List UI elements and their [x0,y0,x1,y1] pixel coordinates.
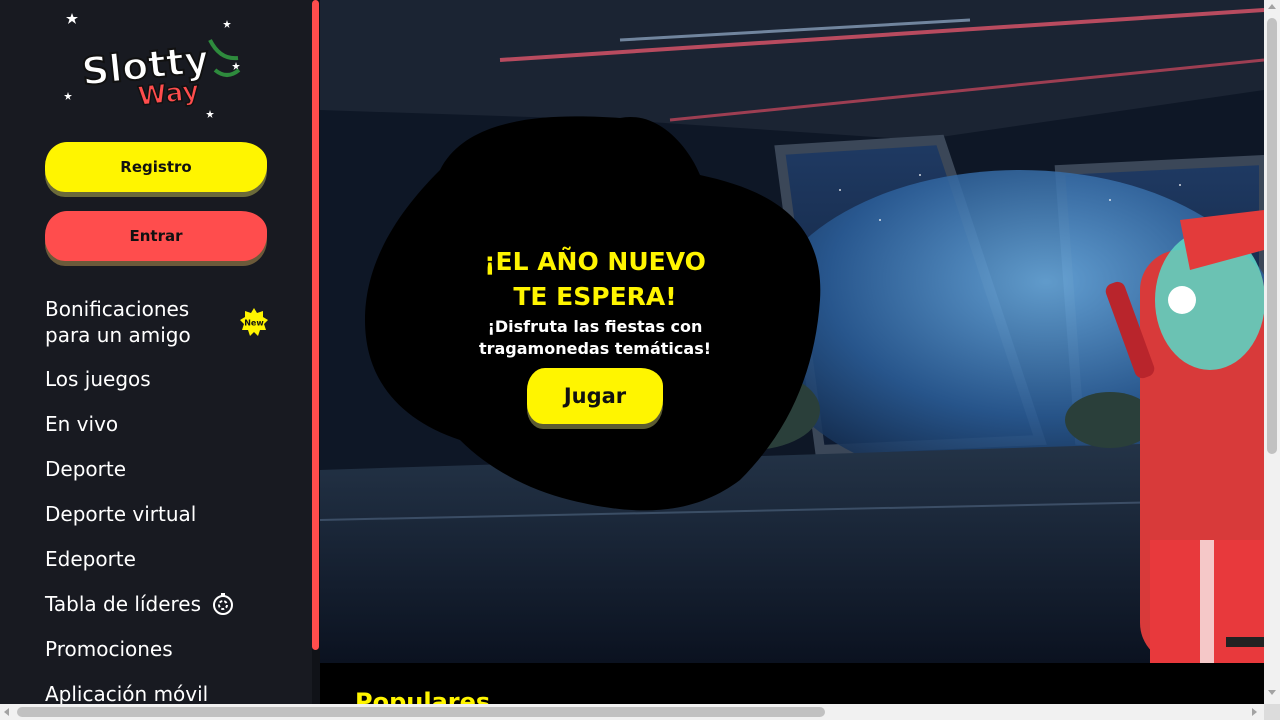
hero-title: ¡EL AÑO NUEVO TE ESPERA! [484,247,706,311]
main-nav: Bonificaciones para un amigo New Los jue… [45,294,285,704]
nav-item-live[interactable]: En vivo [45,411,285,437]
nav-item-games[interactable]: Los juegos [45,366,285,392]
vertical-scroll-thumb[interactable] [1267,18,1277,454]
play-button[interactable]: Jugar [527,368,663,424]
hero-banner[interactable]: ¡EL AÑO NUEVO TE ESPERA! ¡Disfruta las f… [320,0,1264,663]
nav-item-esport[interactable]: Edeporte [45,546,285,572]
page: Slotty Way Registro Entrar Bonificacione… [0,0,1280,720]
nav-item-label: Los juegos [45,367,151,391]
popular-section-title: Populares [355,688,491,704]
page-horizontal-scrollbar[interactable] [0,704,1264,720]
main-content: ¡EL AÑO NUEVO TE ESPERA! ¡Disfruta las f… [320,0,1264,704]
hero-text-block: ¡EL AÑO NUEVO TE ESPERA! ¡Disfruta las f… [470,244,720,360]
nav-item-label: Deporte virtual [45,502,197,526]
page-vertical-scrollbar[interactable] [1264,0,1280,704]
scroll-left-arrow-icon[interactable] [4,708,9,716]
scrollbar-corner [1264,704,1280,720]
hero-subtitle: ¡Disfruta las fiestas con tragamonedas t… [478,317,712,358]
nav-item-label: Deporte [45,457,127,481]
scroll-down-arrow-icon[interactable] [1268,690,1276,695]
nav-item-label: Bonificaciones para un amigo [45,297,191,347]
nav-item-mobile-app[interactable]: Aplicación móvil [45,681,285,704]
hero-dark-blob [365,116,821,511]
nav-item-leaderboard[interactable]: Tabla de líderes [45,591,285,617]
timer-icon [213,593,234,615]
login-button[interactable]: Entrar [45,211,267,261]
new-badge-icon: New [240,308,268,336]
nav-item-label: Aplicación móvil [45,682,209,704]
sidebar-scroll-thumb[interactable] [312,0,319,650]
sidebar: Slotty Way Registro Entrar Bonificacione… [0,0,312,704]
register-button[interactable]: Registro [45,142,267,192]
new-badge-text: New [244,319,264,328]
nav-item-label: Edeporte [45,547,136,571]
scroll-right-arrow-icon[interactable] [1252,708,1257,716]
slotty-way-logo[interactable]: Slotty Way [60,10,250,122]
nav-item-referral-bonus[interactable]: Bonificaciones para un amigo New [45,294,285,350]
nav-item-virtual-sport[interactable]: Deporte virtual [45,501,285,527]
nav-item-label: En vivo [45,412,119,436]
nav-item-label: Tabla de líderes [45,592,202,616]
nav-item-promotions[interactable]: Promociones [45,636,285,662]
nav-item-sport[interactable]: Deporte [45,456,285,482]
logo-text-way: Way [137,76,201,112]
nav-item-label: Promociones [45,637,173,661]
scroll-up-arrow-icon[interactable] [1268,4,1276,9]
horizontal-scroll-thumb[interactable] [17,707,825,717]
